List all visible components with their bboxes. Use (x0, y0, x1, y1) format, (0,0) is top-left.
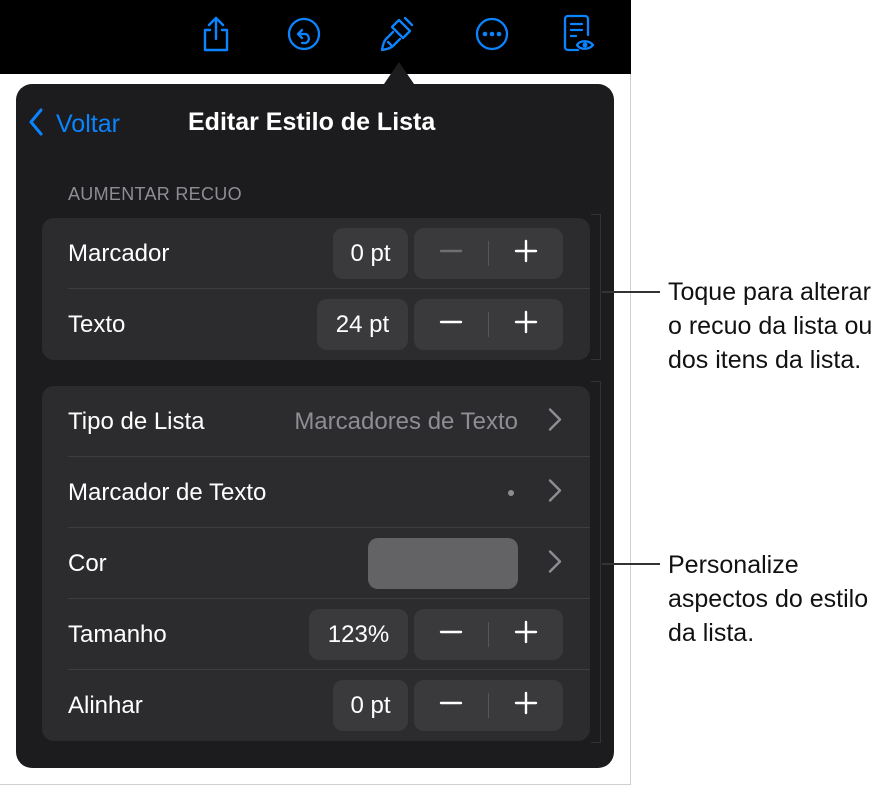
increment-button[interactable] (489, 680, 563, 731)
popover-pointer (384, 62, 414, 84)
minus-icon (439, 310, 463, 339)
indent-leader-line (602, 291, 660, 293)
plus-icon (514, 691, 538, 720)
undo-icon[interactable] (284, 14, 324, 54)
align-row: Alinhar 0 pt (42, 670, 590, 741)
row-label: Alinhar (68, 691, 143, 719)
minus-icon (439, 620, 463, 649)
align-stepper (414, 680, 563, 731)
chevron-right-icon (548, 549, 562, 578)
color-row[interactable]: Cor (42, 528, 590, 599)
style-leader-line (602, 563, 660, 565)
increment-button[interactable] (489, 299, 563, 350)
align-value[interactable]: 0 pt (333, 680, 408, 731)
list-type-value: Marcadores de Texto (294, 407, 518, 435)
indent-row-text: Texto 24 pt (42, 289, 590, 360)
bullet-preview (508, 490, 514, 496)
row-label: Marcador de Texto (68, 478, 267, 506)
row-label: Cor (68, 549, 107, 577)
row-label: Tipo de Lista (68, 407, 205, 435)
decrement-button[interactable] (414, 680, 488, 731)
back-label: Voltar (56, 109, 120, 138)
increment-button[interactable] (489, 609, 563, 660)
list-type-row[interactable]: Tipo de Lista Marcadores de Texto (42, 386, 590, 457)
back-button[interactable]: Voltar (28, 106, 120, 142)
minus-icon (439, 691, 463, 720)
plus-icon (514, 620, 538, 649)
share-icon[interactable] (196, 14, 236, 54)
decrement-button[interactable] (414, 228, 488, 279)
popover-title: Editar Estilo de Lista (188, 108, 436, 136)
text-indent-stepper (414, 299, 563, 350)
style-bracket (591, 381, 601, 743)
row-label: Tamanho (68, 620, 167, 648)
toolbar (0, 0, 631, 74)
indent-bracket (591, 214, 601, 360)
chevron-left-icon (28, 108, 44, 141)
format-brush-icon[interactable] (378, 14, 418, 54)
ipad-screen: Voltar Editar Estilo de Lista AUMENTAR R… (0, 0, 631, 785)
plus-icon (514, 239, 538, 268)
text-bullet-row[interactable]: Marcador de Texto (42, 457, 590, 528)
plus-icon (514, 310, 538, 339)
section-header-indent: AUMENTAR RECUO (68, 184, 242, 204)
chevron-right-icon (548, 478, 562, 507)
size-stepper (414, 609, 563, 660)
size-row: Tamanho 123% (42, 599, 590, 670)
size-value[interactable]: 123% (309, 609, 408, 660)
bullet-indent-value[interactable]: 0 pt (333, 228, 408, 279)
indent-row-bullet: Marcador 0 pt (42, 218, 590, 289)
indent-group: Marcador 0 pt Texto 24 pt (42, 218, 590, 360)
decrement-button[interactable] (414, 299, 488, 350)
bullet-indent-stepper (414, 228, 563, 279)
indent-callout: Toque para alterar o recuo da lista ou d… (668, 278, 873, 374)
style-group: Tipo de Lista Marcadores de Texto Marcad… (42, 386, 590, 741)
row-label: Marcador (68, 239, 170, 267)
color-swatch[interactable] (368, 538, 518, 589)
row-label: Texto (68, 310, 126, 338)
more-icon[interactable] (472, 14, 512, 54)
minus-icon (439, 239, 463, 268)
chevron-right-icon (548, 407, 562, 436)
decrement-button[interactable] (414, 609, 488, 660)
style-callout: Personalize aspectos do estilo da lista. (668, 551, 869, 647)
reading-view-icon[interactable] (558, 14, 598, 54)
text-indent-value[interactable]: 24 pt (317, 299, 408, 350)
increment-button[interactable] (489, 228, 563, 279)
